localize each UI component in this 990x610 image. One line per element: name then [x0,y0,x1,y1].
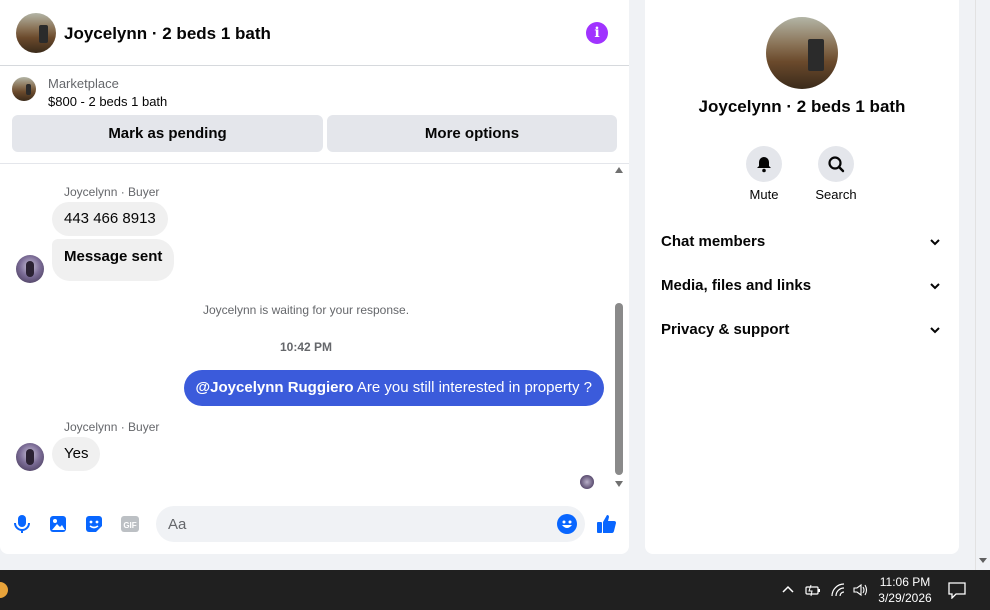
message-bubble-reply[interactable]: Yes [52,437,101,471]
clock-time: 11:06 PM [879,575,931,589]
mark-as-pending-button[interactable]: Mark as pending [12,115,323,152]
section-label: Privacy & support [661,321,790,338]
page-scrollbar[interactable] [975,0,990,570]
clock-date: 3/29/2026 [878,591,932,605]
mute-circle[interactable] [746,146,782,182]
photo-icon[interactable] [47,513,69,535]
buyer-avatar[interactable] [16,443,44,471]
message-input-box[interactable] [156,506,585,542]
chevron-down-icon [930,327,940,334]
taskbar-clock[interactable]: 11:06 PM 3/29/2026 [868,574,942,606]
chevron-down-icon [930,283,940,290]
scroll-down-arrow-icon[interactable] [615,481,623,487]
outgoing-message-text: Are you still interested in property ? [353,379,592,396]
more-options-button[interactable]: More options [327,115,617,152]
microphone-icon[interactable] [11,513,33,535]
sender-name: Joycelynn · Buyer [64,420,160,434]
chat-header: Joycelynn · 2 beds 1 bath i [0,0,629,66]
scroll-thumb[interactable] [615,303,623,475]
battery-icon[interactable] [805,582,821,598]
windows-taskbar: 11:06 PM 3/29/2026 [0,570,990,610]
profile-avatar[interactable] [766,17,838,89]
conversation-info-panel: Joycelynn · 2 beds 1 bath Mute Search Ch… [645,0,959,554]
listing-avatar[interactable] [16,13,56,53]
message-scrollbar[interactable] [612,165,626,495]
section-label: Media, files and links [661,277,812,294]
app-icon[interactable] [0,582,8,598]
svg-text:GIF: GIF [123,521,136,530]
waiting-status: Joycelynn is waiting for your response. [202,303,410,317]
composer-bar: GIF [0,500,629,550]
page-scroll-down-icon[interactable] [979,558,987,563]
section-label: Chat members [661,233,766,250]
marketplace-listing-bar: Marketplace $800 - 2 beds 1 bath Mark as… [0,66,629,164]
message-list: Joycelynn · Buyer 443 466 8913 Message s… [0,165,629,495]
sticker-icon[interactable] [83,513,105,535]
bell-icon [757,157,771,173]
listing-price-title[interactable]: $800 - 2 beds 1 bath [48,94,167,109]
chevron-up-icon[interactable] [780,582,796,598]
chat-title[interactable]: Joycelynn · 2 beds 1 bath [64,24,271,44]
message-input[interactable] [168,506,548,542]
info-title: Joycelynn · 2 beds 1 bath [698,97,906,116]
search-circle[interactable] [818,146,854,182]
scroll-up-arrow-icon[interactable] [615,167,623,173]
mute-label: Mute [749,187,779,202]
chevron-down-icon [930,239,940,246]
message-timestamp: 10:42 PM [279,340,333,354]
gif-icon[interactable]: GIF [119,513,141,535]
info-icon[interactable]: i [586,22,608,44]
read-receipt-avatar [580,475,594,489]
message-bubble-sent[interactable]: Message sent [52,239,175,281]
thumbs-up-icon[interactable] [595,512,619,536]
emoji-icon[interactable] [556,513,578,535]
chat-panel: Joycelynn · 2 beds 1 bath i Marketplace … [0,0,629,554]
section-privacy-support[interactable]: Privacy & support [645,310,959,350]
sender-name: Joycelynn · Buyer [64,185,160,199]
volume-icon[interactable] [852,582,868,598]
section-chat-members[interactable]: Chat members [645,222,959,262]
search-label: Search [815,187,857,202]
notification-icon[interactable] [947,581,967,599]
section-media-files-links[interactable]: Media, files and links [645,266,959,306]
wifi-icon[interactable] [830,582,846,598]
mention-link[interactable]: @Joycelynn Ruggiero [196,379,354,396]
listing-source: Marketplace [48,76,119,91]
search-icon [828,156,845,173]
buyer-avatar[interactable] [16,255,44,283]
message-bubble-phone[interactable]: 443 466 8913 [52,202,168,236]
outgoing-message-bubble[interactable]: @Joycelynn Ruggiero Are you still intere… [183,370,604,406]
listing-thumbnail[interactable] [12,77,36,101]
